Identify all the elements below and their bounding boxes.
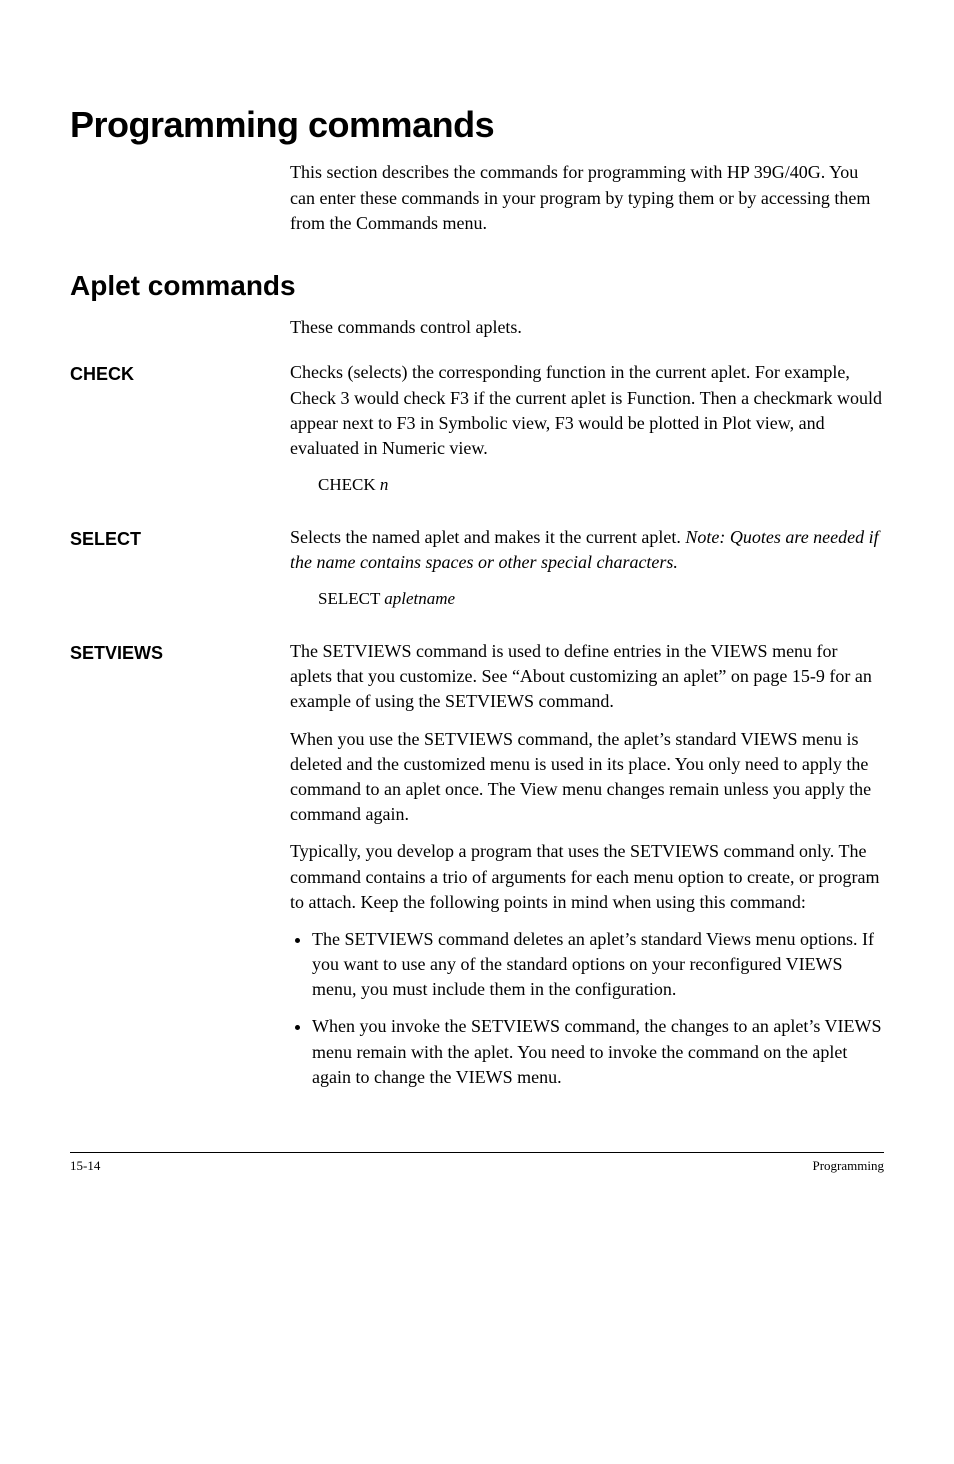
select-syntax: SELECT apletname <box>318 587 884 611</box>
select-body: Selects the named aplet and makes it the… <box>290 525 884 619</box>
footer-page: 15-14 <box>70 1157 100 1175</box>
select-label: SELECT <box>70 525 290 619</box>
setviews-p2: When you use the SETVIEWS command, the a… <box>290 727 884 828</box>
check-text: Checks (selects) the corresponding funct… <box>290 360 884 461</box>
select-syntax-cmd: SELECT <box>318 589 384 608</box>
main-intro: This section describes the commands for … <box>290 160 884 236</box>
list-item: The SETVIEWS command deletes an aplet’s … <box>312 927 884 1003</box>
check-section: CHECK Checks (selects) the corresponding… <box>70 360 884 505</box>
setviews-p1: The SETVIEWS command is used to define e… <box>290 639 884 715</box>
list-item: When you invoke the SETVIEWS command, th… <box>312 1014 884 1090</box>
setviews-body: The SETVIEWS command is used to define e… <box>290 639 884 1102</box>
select-syntax-arg: apletname <box>384 589 455 608</box>
footer-chapter: Programming <box>813 1157 885 1175</box>
select-note-label: Note: <box>685 527 730 547</box>
sub-heading: Aplet commands <box>70 266 884 305</box>
main-heading: Programming commands <box>70 100 884 150</box>
check-syntax-cmd: CHECK <box>318 475 380 494</box>
select-text: Selects the named aplet and makes it the… <box>290 525 884 575</box>
setviews-list: The SETVIEWS command deletes an aplet’s … <box>290 927 884 1090</box>
check-syntax-arg: n <box>380 475 389 494</box>
select-body-pre: Selects the named aplet and makes it the… <box>290 527 685 547</box>
setviews-p3: Typically, you develop a program that us… <box>290 839 884 915</box>
page-footer: 15-14 Programming <box>70 1152 884 1175</box>
setviews-label: SETVIEWS <box>70 639 290 1102</box>
check-syntax: CHECK n <box>318 473 884 497</box>
check-label: CHECK <box>70 360 290 505</box>
select-section: SELECT Selects the named aplet and makes… <box>70 525 884 619</box>
setviews-section: SETVIEWS The SETVIEWS command is used to… <box>70 639 884 1102</box>
sub-intro: These commands control aplets. <box>290 315 884 340</box>
check-body: Checks (selects) the corresponding funct… <box>290 360 884 505</box>
